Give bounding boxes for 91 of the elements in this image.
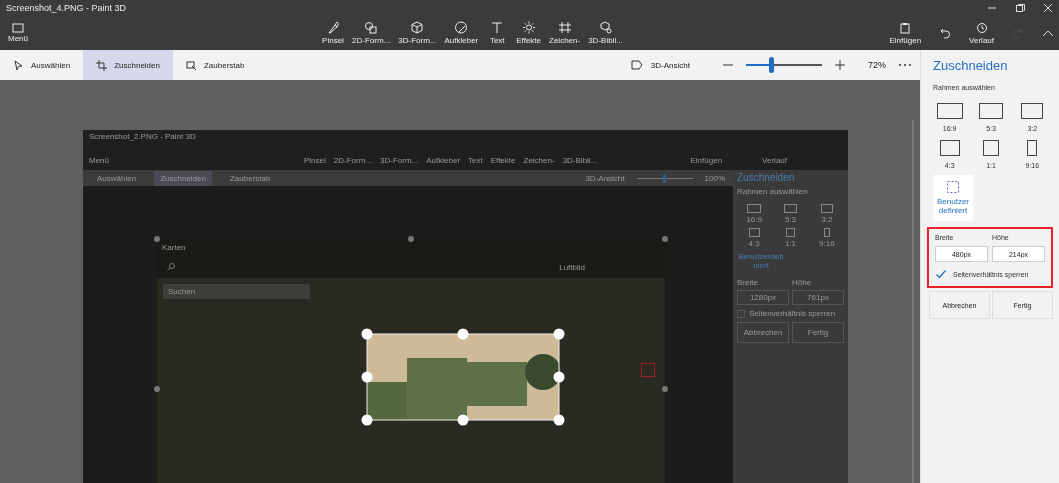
menu-button[interactable]: Menü bbox=[0, 23, 36, 43]
frame-icon bbox=[823, 228, 830, 237]
lock-ratio-label: Seitenverhältnis sperren bbox=[749, 309, 836, 318]
mode-tab[interactable]: Auswählen bbox=[0, 50, 84, 80]
clock-icon bbox=[975, 21, 988, 34]
map-view-label: Luftbild bbox=[559, 262, 585, 272]
mode-tab[interactable]: Zauberstab bbox=[172, 50, 258, 80]
search-icon bbox=[167, 263, 175, 271]
text-icon bbox=[490, 21, 505, 34]
aspect-ratio-option: 4:3 bbox=[748, 228, 760, 248]
frame-icon bbox=[979, 103, 1003, 119]
collapse-icon[interactable] bbox=[1042, 29, 1054, 37]
mode-label: Auswählen bbox=[96, 172, 138, 185]
zoom-percent: 100% bbox=[704, 173, 725, 183]
tag-icon bbox=[630, 60, 643, 70]
selection-handle bbox=[662, 386, 668, 392]
tool-button[interactable]: Pinsel bbox=[318, 21, 348, 45]
tool-label: Text bbox=[468, 156, 483, 165]
cursor-icon bbox=[13, 59, 24, 71]
frame-icon bbox=[786, 228, 795, 237]
aspect-ratio-option: 5:3 bbox=[784, 204, 797, 224]
crop-grid-icon bbox=[557, 21, 572, 34]
checkbox[interactable] bbox=[935, 268, 947, 280]
window-title: Screenshot_4.PNG - Paint 3D bbox=[6, 3, 127, 13]
frame-icon bbox=[1021, 103, 1044, 119]
zoom-slider[interactable] bbox=[746, 57, 822, 73]
undo-icon[interactable] bbox=[939, 27, 952, 39]
frame-icon bbox=[939, 140, 960, 156]
tool-label: Effekte bbox=[490, 156, 516, 165]
window-icon bbox=[12, 23, 24, 33]
tool-label: 3D-Form... bbox=[380, 156, 419, 165]
more-icon[interactable] bbox=[898, 63, 912, 67]
frame-icon bbox=[748, 228, 760, 237]
history-button[interactable]: Verlauf bbox=[969, 21, 994, 45]
selection-handle bbox=[662, 236, 668, 242]
panel-title: Zuschneiden bbox=[737, 172, 796, 183]
panel-subtitle: Rahmen auswählen bbox=[737, 187, 809, 196]
tool-label: 3D-Bibli... bbox=[562, 156, 598, 165]
tool-button[interactable]: 2D-Form... bbox=[348, 21, 395, 45]
aspect-ratio-option: 9:16 bbox=[819, 228, 835, 248]
restore-icon[interactable] bbox=[1015, 3, 1025, 13]
aspect-ratio-option: 1:1 bbox=[784, 228, 797, 248]
selection-handle bbox=[154, 386, 160, 392]
selection-handle bbox=[154, 236, 160, 242]
shapes-icon bbox=[364, 21, 379, 34]
paste-button[interactable]: Einfügen bbox=[889, 21, 922, 45]
brush-icon bbox=[326, 21, 340, 34]
sun-icon bbox=[521, 21, 536, 34]
frame-icon bbox=[747, 204, 762, 213]
clipboard-icon bbox=[899, 21, 912, 34]
frame-icon bbox=[936, 103, 963, 119]
tool-label: 2D-Form... bbox=[333, 156, 373, 165]
mode-label: Zauberstab bbox=[228, 172, 272, 185]
cube-icon bbox=[410, 21, 425, 34]
frame-icon bbox=[820, 204, 833, 213]
width-field: 1280px bbox=[737, 290, 789, 305]
tool-button[interactable]: 3D-Form... bbox=[394, 21, 441, 45]
action-label: Verlauf bbox=[762, 156, 787, 165]
height-field: 761px bbox=[792, 290, 844, 305]
custom-ratio-option[interactable]: Benutzerdefiniert bbox=[933, 175, 973, 221]
tool-label: Aufkleber bbox=[426, 156, 461, 165]
action-label: Einfügen bbox=[690, 156, 723, 165]
frame-icon bbox=[983, 140, 999, 156]
map-control-highlight bbox=[641, 363, 655, 377]
3d-view-button[interactable]: 3D-Ansicht bbox=[624, 59, 696, 71]
mode-tab[interactable]: Zuschneiden bbox=[83, 50, 173, 80]
zoom-percent: 72% bbox=[868, 60, 886, 70]
tool-label: Pinsel bbox=[304, 156, 326, 165]
3d-view-label: 3D-Ansicht bbox=[585, 173, 625, 183]
frame-icon bbox=[784, 204, 797, 213]
zoom-in-icon[interactable] bbox=[834, 59, 846, 71]
frame-icon bbox=[1027, 140, 1038, 156]
menu-label: Menü bbox=[89, 156, 109, 165]
tool-button[interactable]: Effekte bbox=[512, 21, 546, 45]
close-icon[interactable] bbox=[1043, 3, 1053, 13]
width-label: Breite bbox=[737, 278, 759, 287]
tool-button[interactable]: Aufkleber bbox=[440, 21, 483, 45]
tool-button[interactable]: Text bbox=[482, 21, 513, 45]
tool-button[interactable]: 3D-Bibli... bbox=[584, 21, 627, 45]
crop-icon bbox=[96, 59, 108, 71]
window-title: Screenshot_2.PNG - Paint 3D bbox=[89, 132, 197, 141]
tool-label: Zeichen- bbox=[523, 156, 555, 165]
aspect-ratio-option: 3:2 bbox=[820, 204, 833, 224]
aspect-ratio-option: 16:9 bbox=[746, 204, 762, 224]
custom-ratio-option: Benutzerdefiniert bbox=[737, 252, 785, 270]
dashed-frame-icon bbox=[947, 181, 959, 193]
selection-handle bbox=[408, 236, 414, 242]
window-title: Karten bbox=[161, 242, 187, 254]
panel-title: Zuschneiden bbox=[933, 58, 1009, 73]
tool-button[interactable]: Zeichen- bbox=[545, 21, 585, 45]
height-label: Höhe bbox=[792, 278, 813, 287]
